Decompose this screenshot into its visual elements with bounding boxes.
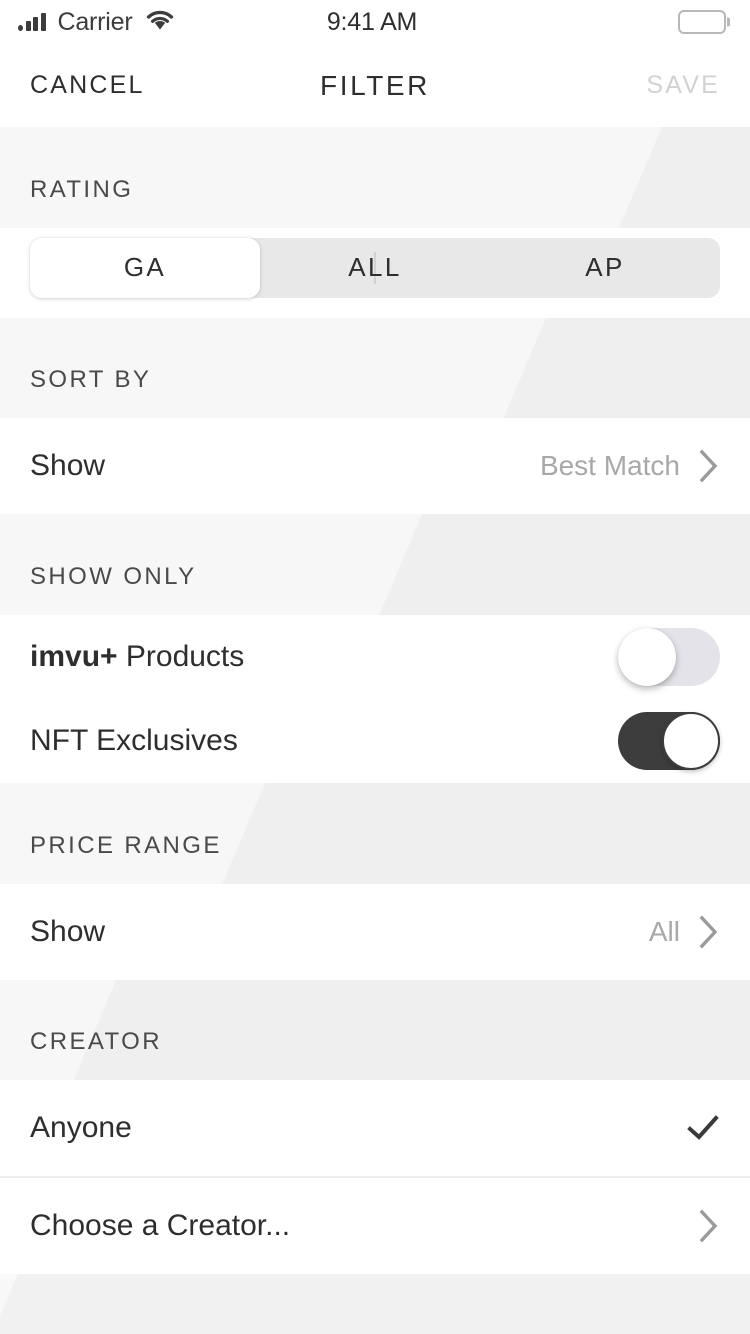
row-label-creator-anyone: Anyone: [30, 1111, 132, 1145]
row-label-imvu-plus-products: imvu+ Products: [30, 640, 618, 674]
wifi-icon: [145, 9, 175, 36]
rating-control-wrap: GA ALL AP: [0, 227, 750, 318]
row-value-sort-by-show: Best Match: [539, 450, 680, 482]
section-header-sort-by: SORT BY: [0, 317, 750, 419]
row-label-sort-by-show: Show: [30, 449, 106, 483]
chevron-right-icon: [698, 449, 720, 483]
row-label-nft-exclusives: NFT Exclusives: [30, 724, 238, 758]
section-header-creator: CREATOR: [0, 979, 750, 1081]
status-bar-center: 9:41 AM: [326, 7, 418, 36]
status-bar-right: [417, 10, 732, 34]
toggle-imvu-plus-products[interactable]: [618, 627, 720, 686]
toggle-knob: [618, 627, 676, 686]
rating-segmented-control[interactable]: GA ALL AP: [30, 237, 720, 298]
navigation-bar: CANCEL FILTER SAVE: [0, 44, 750, 127]
chevron-right-icon: [698, 915, 720, 949]
section-title-sort-by: SORT BY: [30, 366, 152, 394]
filter-screen: Carrier 9:41 AM CANCEL FILTER SAVE RATIN…: [0, 0, 750, 1334]
cancel-button[interactable]: CANCEL: [30, 71, 320, 100]
section-header-show-only: SHOW ONLY: [0, 514, 750, 615]
row-value-price-range-show: All: [648, 915, 680, 947]
section-title-show-only: SHOW ONLY: [30, 562, 197, 590]
segment-option-ap[interactable]: AP: [490, 238, 720, 298]
row-nft-exclusives[interactable]: NFT Exclusives: [0, 699, 750, 784]
battery-full-icon: [678, 10, 727, 34]
row-sort-by-show[interactable]: Show Best Match: [0, 418, 750, 515]
chevron-right-icon: [698, 1209, 720, 1243]
row-label-price-range-show: Show: [30, 914, 106, 948]
section-title-creator: CREATOR: [30, 1028, 162, 1056]
filter-scroll-area: RATING GA ALL AP SORT BY Show Best Match: [0, 127, 750, 1334]
section-header-price-range: PRICE RANGE: [0, 783, 750, 884]
clock-label: 9:41 AM: [326, 7, 418, 36]
row-imvu-plus-products[interactable]: imvu+ Products: [0, 614, 750, 700]
toggle-knob: [662, 712, 720, 771]
footer-spacer-band: [0, 1274, 750, 1334]
page-title: FILTER: [320, 69, 430, 101]
row-price-range-show[interactable]: Show All: [0, 883, 750, 980]
status-bar-left: Carrier: [18, 9, 327, 36]
segment-option-ga[interactable]: GA: [30, 237, 260, 298]
carrier-label: Carrier: [57, 7, 133, 36]
save-button[interactable]: SAVE: [430, 71, 720, 100]
section-title-rating: RATING: [30, 175, 134, 203]
toggle-nft-exclusives[interactable]: [618, 712, 720, 771]
section-header-rating: RATING: [0, 127, 750, 228]
row-label-choose-a-creator: Choose a Creator...: [30, 1209, 291, 1243]
segment-option-all[interactable]: ALL: [260, 238, 490, 298]
status-bar: Carrier 9:41 AM: [0, 0, 750, 44]
imvu-plus-suffix: Products: [117, 639, 245, 673]
section-title-price-range: PRICE RANGE: [30, 831, 222, 859]
row-creator-anyone[interactable]: Anyone: [0, 1080, 750, 1177]
imvu-plus-brand: imvu+: [30, 639, 118, 673]
row-choose-a-creator[interactable]: Choose a Creator...: [0, 1178, 750, 1275]
signal-bars-icon: [18, 12, 46, 31]
check-icon: [686, 1111, 720, 1145]
